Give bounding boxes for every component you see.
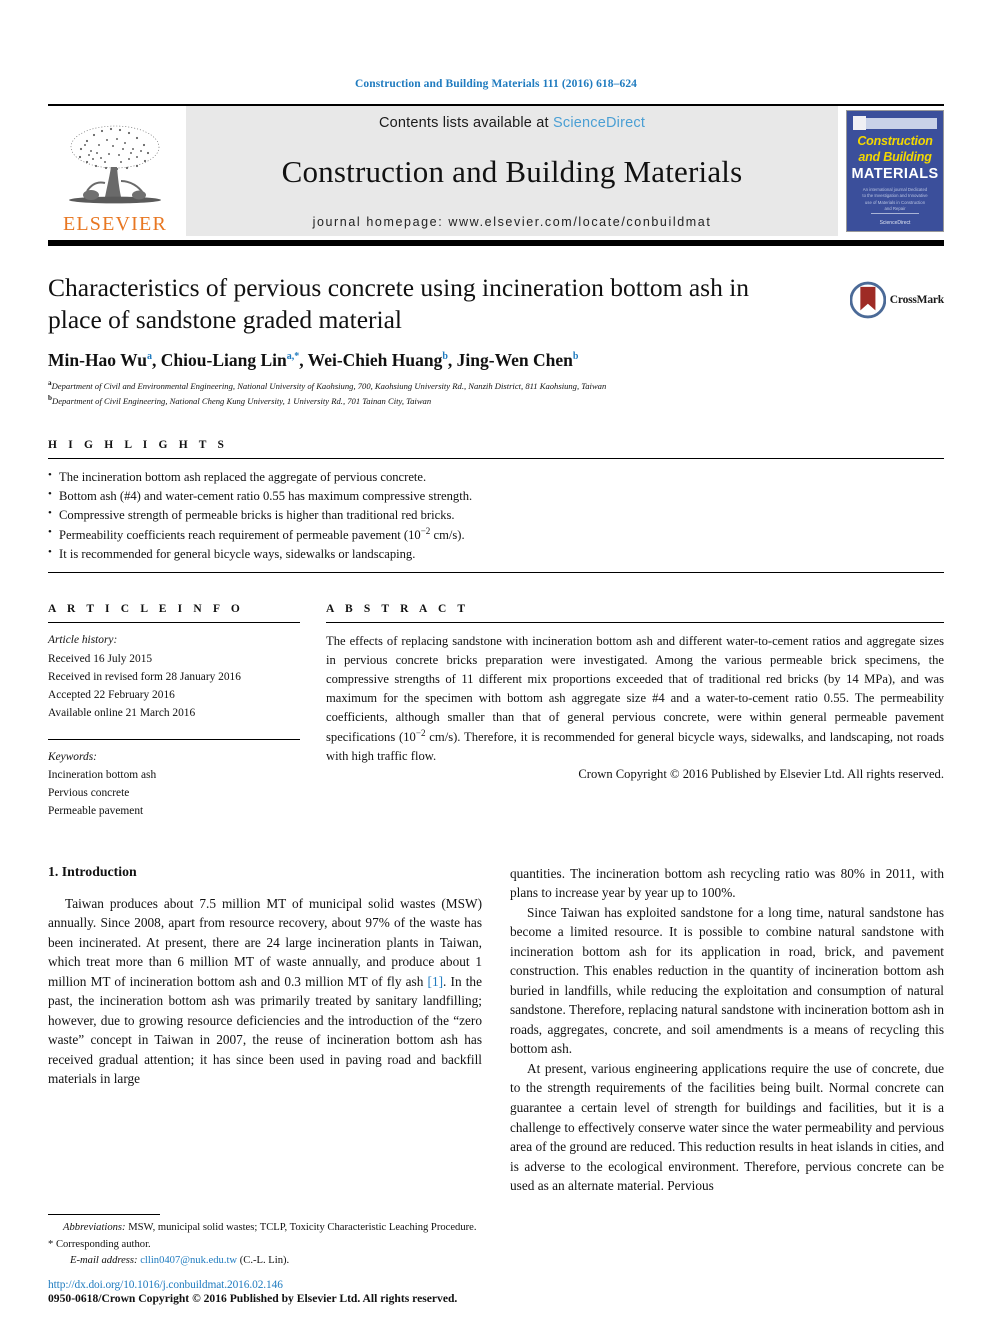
abstract-rule <box>326 622 944 624</box>
article-info-rule <box>48 622 300 624</box>
keyword-item[interactable]: Pervious concrete <box>48 784 300 802</box>
elsevier-logo: ELSEVIER <box>48 106 182 236</box>
affiliation-text: Department of Civil Engineering, Nationa… <box>51 396 432 407</box>
contents-lists-line: Contents lists available at ScienceDirec… <box>379 115 645 131</box>
cover-title-line-3: MATERIALS <box>851 166 939 182</box>
abstract-column: A B S T R A C T The effects of replacing… <box>326 603 944 819</box>
crossmark-icon <box>850 281 886 319</box>
journal-title: Construction and Building Materials <box>281 154 743 189</box>
article-history-block: Article history: Received 16 July 2015 R… <box>48 631 300 721</box>
history-item: Received in revised form 28 January 2016 <box>48 670 241 683</box>
author-list: Min-Hao Wua, Chiou-Liang Lina,*, Wei-Chi… <box>48 350 579 371</box>
author-name: Chiou-Liang Lin <box>160 350 287 371</box>
affiliation-item: aDepartment of Civil and Environmental E… <box>48 378 944 393</box>
keywords-body: Keywords: Incineration bottom ash Pervio… <box>48 748 300 820</box>
bottom-meta: http://dx.doi.org/10.1016/j.conbuildmat.… <box>48 1279 548 1305</box>
page-title: Characteristics of pervious concrete usi… <box>48 273 750 335</box>
elsevier-wordmark: ELSEVIER <box>62 213 168 235</box>
cover-title-line-1: Construction <box>857 134 933 148</box>
paragraph: Since Taiwan has exploited sandstone for… <box>510 904 944 1057</box>
masthead-center: Contents lists available at ScienceDirec… <box>186 106 838 236</box>
list-item: Bottom ash (#4) and water-cement ratio 0… <box>48 486 944 506</box>
list-item: Permeability coefficients reach requirem… <box>48 524 944 545</box>
affiliation-text: Department of Civil and Environmental En… <box>51 381 607 392</box>
corresponding-author-note: * Corresponding author. <box>48 1239 151 1251</box>
cover-blurb: An international journal Dedicated to th… <box>862 187 928 212</box>
list-item: The incineration bottom ash replaced the… <box>48 467 944 487</box>
list-item: It is recommended for general bicycle wa… <box>48 544 944 564</box>
keywords-rule <box>48 738 300 740</box>
cover-divider <box>871 213 919 214</box>
highlights-top-rule <box>48 457 944 459</box>
article-info-heading: A R T I C L E I N F O <box>48 603 244 616</box>
author-name: Min-Hao Wu <box>48 350 148 371</box>
body-columns: 1. Introduction Taiwan produces about 7.… <box>48 864 944 1196</box>
author-affil-mark[interactable]: b <box>573 351 579 362</box>
keyword-item[interactable]: Permeable pavement <box>48 802 300 820</box>
running-head: Construction and Building Materials 111 … <box>354 78 638 90</box>
email-link[interactable]: cllin0407@nuk.edu.tw <box>140 1255 237 1266</box>
author-affil-mark[interactable]: b <box>442 351 448 362</box>
abstract-copyright: Crown Copyright © 2016 Published by Else… <box>578 766 944 781</box>
history-item: Received 16 July 2015 <box>48 652 153 665</box>
contents-prefix: Contents lists available at <box>378 115 553 131</box>
author-affil-mark[interactable]: a,* <box>287 351 300 362</box>
abbreviations-text: MSW, municipal solid wastes; TCLP, Toxic… <box>125 1222 477 1234</box>
abstract-exponent: −2 <box>415 727 426 738</box>
footnote-rule <box>48 1214 160 1216</box>
email-note: E-mail address: cllin0407@nuk.edu.tw (C.… <box>48 1253 494 1269</box>
cover-elsevier-mark <box>853 116 866 130</box>
masthead-bottom-rule <box>48 240 944 246</box>
affiliation-item: bDepartment of Civil Engineering, Nation… <box>48 393 944 408</box>
cover-footer: ScienceDirect <box>879 220 911 226</box>
highlights-bottom-rule <box>48 572 944 574</box>
highlights-list: The incineration bottom ash replaced the… <box>48 467 944 565</box>
email-label: E-mail address: <box>70 1255 138 1267</box>
history-item: Available online 21 March 2016 <box>48 706 196 719</box>
paragraph-part-2: . In the past, the incineration bottom a… <box>48 973 482 1087</box>
abstract-text: The effects of replacing sandstone with … <box>326 632 944 765</box>
author-name: Jing-Wen Chen <box>456 350 573 371</box>
article-info-column: A R T I C L E I N F O Article history: R… <box>48 603 300 819</box>
body-left-column: 1. Introduction Taiwan produces about 7.… <box>48 864 482 1196</box>
abbreviations-note: Abbreviations: MSW, municipal solid wast… <box>48 1220 494 1236</box>
abstract-heading: A B S T R A C T <box>326 603 470 616</box>
crossmark-label: CrossMark <box>889 294 944 306</box>
highlights-section: H I G H L I G H T S The incineration bot… <box>48 439 944 574</box>
section-heading-introduction: 1. Introduction <box>48 863 137 879</box>
journal-masthead: ELSEVIER Contents lists available at Sci… <box>48 104 944 236</box>
affiliation-list: aDepartment of Civil and Environmental E… <box>48 378 944 408</box>
list-item: Compressive strength of permeable bricks… <box>48 505 944 525</box>
sciencedirect-link[interactable]: ScienceDirect <box>553 115 645 131</box>
paragraph: Taiwan produces about 7.5 million MT of … <box>48 894 482 1089</box>
paragraph-part-1: Taiwan produces about 7.5 million MT of … <box>48 895 482 989</box>
highlights-heading: H I G H L I G H T S <box>48 438 229 451</box>
email-suffix: (C.-L. Lin). <box>237 1255 290 1267</box>
keywords-block: Keywords: Incineration bottom ash Pervio… <box>48 738 300 820</box>
issn-copyright-line: 0950-0618/Crown Copyright © 2016 Publish… <box>48 1292 458 1305</box>
paragraph: At present, various engineering applicat… <box>510 1060 944 1194</box>
history-item: Accepted 22 February 2016 <box>48 688 175 701</box>
title-block: CrossMark Characteristics of pervious co… <box>48 272 944 409</box>
doi-link[interactable]: http://dx.doi.org/10.1016/j.conbuildmat.… <box>48 1279 548 1291</box>
author-affil-mark[interactable]: a <box>147 351 152 362</box>
citation-reference[interactable]: [1] <box>428 974 444 989</box>
body-right-column: quantities. The incineration bottom ash … <box>510 864 944 1196</box>
crossmark-badge[interactable]: CrossMark <box>850 272 944 328</box>
elsevier-tree-icon <box>69 125 161 204</box>
author-name: Wei-Chieh Huang <box>307 350 443 371</box>
footnote-block: Abbreviations: MSW, municipal solid wast… <box>48 1214 494 1269</box>
paragraph: quantities. The incineration bottom ash … <box>510 865 944 901</box>
abbreviations-label: Abbreviations: <box>63 1222 126 1234</box>
cover-title-line-2: and Building <box>858 150 932 164</box>
journal-article-page: Construction and Building Materials 111 … <box>0 0 992 1323</box>
info-abstract-row: A R T I C L E I N F O Article history: R… <box>48 603 944 819</box>
article-history-label: Article history: <box>48 634 118 647</box>
journal-cover-thumbnail: Construction and Building MATERIALS An i… <box>846 110 944 232</box>
keywords-label: Keywords: <box>48 750 97 763</box>
keyword-item[interactable]: Incineration bottom ash <box>48 766 300 784</box>
exponent: −2 <box>420 526 431 537</box>
journal-homepage-link[interactable]: journal homepage: www.elsevier.com/locat… <box>313 215 712 229</box>
